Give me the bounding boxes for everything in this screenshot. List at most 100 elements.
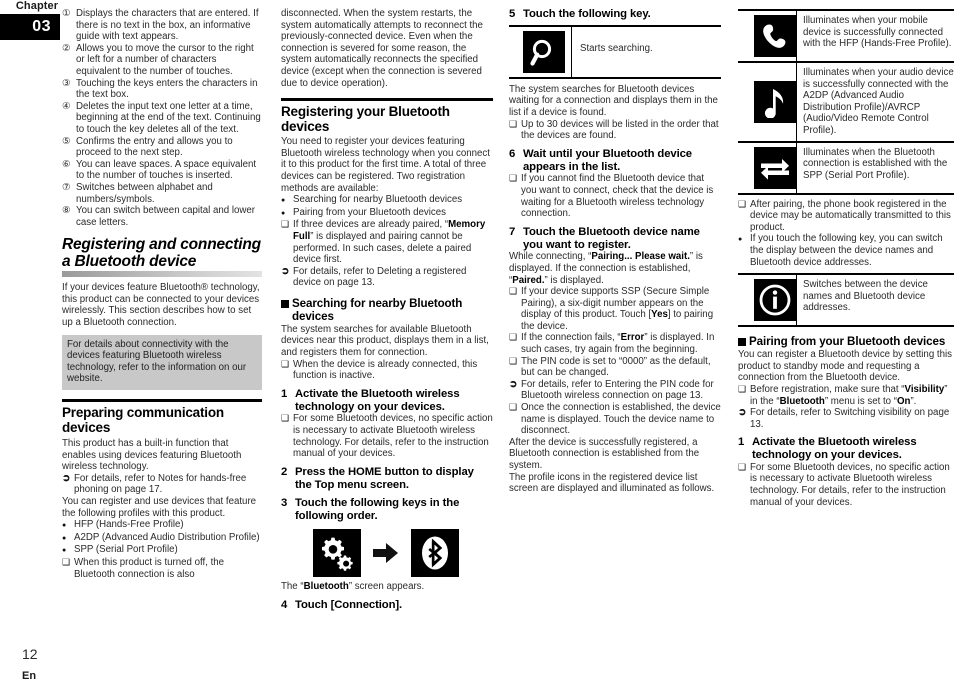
text-g: ”.: [910, 395, 917, 407]
note-text: If you cannot find the Bluetooth device …: [521, 173, 714, 220]
list-item: Up to 30 devices will be listed in the o…: [509, 119, 721, 142]
bluetooth-label: Bluetooth: [303, 581, 349, 592]
step-5: 5 Touch the following key.: [509, 8, 721, 21]
note-text: The PIN code is set to “0000” as the def…: [521, 355, 711, 379]
search-notes: Up to 30 devices will be listed in the o…: [509, 119, 721, 142]
profile-description: Illuminates when the Bluetooth connectio…: [796, 142, 954, 193]
bullet-icon: [62, 544, 74, 557]
callout-text: You can leave spaces. A space equivalent…: [76, 158, 257, 182]
search-paragraph: The system searches for Bluetooth device…: [509, 83, 718, 118]
list-item: For details, refer to Notes for hands-fr…: [62, 473, 262, 496]
note-square-icon: [509, 356, 521, 368]
step-4: 4 Touch [Connection].: [281, 599, 493, 612]
list-item: If three devices are already paired, “Me…: [281, 219, 493, 265]
note-text: Up to 30 devices will be listed in the o…: [521, 118, 719, 142]
list-item: Pairing from your Bluetooth devices: [281, 207, 493, 220]
note-text: When this product is turned off, the Blu…: [74, 556, 225, 580]
search-key-cell: [509, 27, 571, 77]
info-key-description: Switches between the device names and Bl…: [796, 275, 954, 326]
column-3: 5 Touch the following key. Starts search…: [509, 8, 721, 495]
list-item: ① Displays the characters that are entere…: [62, 8, 262, 43]
list-item: If the connection fails, “Error” is disp…: [509, 332, 721, 355]
callout-text: Confirms the entry and allows you to pro…: [76, 135, 233, 159]
step-text: Activate the Bluetooth wireless technolo…: [295, 387, 460, 413]
profile-text: HFP (Hands-Free Profile): [74, 519, 184, 531]
list-item: ⑥ You can leave spaces. A space equivalen…: [62, 159, 262, 182]
list-item: After pairing, the phone book registered…: [738, 199, 954, 234]
note-pre: If three devices are already paired, “: [293, 219, 449, 231]
continuation-paragraph: disconnected. When the system restarts, …: [281, 8, 483, 89]
note-box: For details about connectivity with the …: [62, 334, 262, 391]
page-number: 12: [22, 646, 38, 662]
preparing-paragraph-1: This product has a built-in function tha…: [62, 438, 242, 473]
reference-text: For details, refer to Deleting a registe…: [293, 265, 467, 289]
square-bullet-icon: [281, 299, 289, 308]
error-note: If the connection fails, “Error” is disp…: [521, 332, 721, 355]
table-row: Illuminates when your mobile device is s…: [738, 11, 954, 63]
note-text: If you touch the following key, you can …: [750, 233, 943, 268]
note-square-icon: [281, 219, 293, 231]
list-item: For some Bluetooth devices, no specific …: [738, 462, 954, 508]
music-note-icon: [754, 80, 796, 123]
pairing-subheading: Pairing from your Bluetooth devices: [738, 335, 954, 348]
list-item: ④ Deletes the input text one letter at a …: [62, 101, 262, 136]
bullet-icon: [738, 233, 750, 246]
square-bullet-icon: [738, 338, 746, 347]
arrow-ref-icon: [738, 407, 750, 419]
manual-page: Chapter 03 ① Displays the characters that…: [0, 0, 960, 690]
callout-number: ⑦: [62, 181, 71, 193]
registering-paragraph: You need to register your devices featur…: [281, 136, 490, 194]
subheading-text: Searching for nearby Bluetooth devices: [292, 296, 463, 323]
note-square-icon: [281, 359, 293, 371]
list-item: When this product is turned off, the Blu…: [62, 557, 262, 580]
callout-number: ①: [62, 8, 71, 19]
step-text: Touch the Bluetooth device name you want…: [523, 225, 700, 251]
step-number: 6: [509, 147, 516, 160]
registration-methods: Searching for nearby Bluetooth devices P…: [281, 194, 493, 289]
pairing-paragraph: You can register a Bluetooth device by s…: [738, 349, 952, 384]
callout-text: You can switch between capital and lower…: [76, 205, 255, 228]
list-item: ⑦ Switches between alphabet and numbers/s…: [62, 182, 262, 205]
step-3: 3 Touch the following keys in the follow…: [281, 497, 493, 523]
profile-icon-cell: [738, 63, 796, 141]
bullet-icon: [281, 207, 293, 220]
step-text: Touch the following key.: [523, 8, 651, 20]
arrow-ref-icon: [509, 379, 521, 391]
callout-text: Displays the characters that are entered…: [76, 8, 259, 43]
visibility-notes: Before registration, make sure that “Vis…: [738, 384, 954, 430]
gears-icon: [313, 529, 361, 577]
callout-text: Allows you to move the cursor to the rig…: [76, 42, 254, 77]
callout-number: ④: [62, 100, 71, 112]
right-arrow-icon: [373, 543, 398, 563]
magnifier-icon[interactable]: [523, 30, 565, 73]
bullet-icon: [62, 519, 74, 532]
step-1: 1 Activate the Bluetooth wireless techno…: [281, 388, 493, 414]
note-square-icon: [509, 402, 521, 414]
list-item: Searching for nearby Bluetooth devices: [281, 194, 493, 207]
step-1: 1 Activate the Bluetooth wireless techno…: [738, 436, 954, 462]
profile-icon-cell: [738, 11, 796, 61]
profile-description: Illuminates when your mobile device is s…: [796, 11, 954, 61]
step-text: Press the HOME button to display the Top…: [295, 465, 474, 491]
visibility-label: Visibility: [904, 383, 945, 395]
memory-full-note: If three devices are already paired, “Me…: [293, 219, 493, 265]
bluetooth-menu-label: Bluetooth: [779, 395, 825, 407]
step-number: 5: [509, 8, 516, 20]
pairing-extra-notes: After pairing, the phone book registered…: [738, 199, 954, 269]
step-number: 2: [281, 465, 288, 478]
text-a: While connecting, “: [509, 251, 592, 263]
bluetooth-icon: [411, 529, 459, 577]
table-row: Illuminates when the Bluetooth connectio…: [738, 142, 954, 195]
list-item: When the device is already connected, th…: [281, 359, 493, 382]
callout-number: ⑥: [62, 158, 71, 170]
note-text: After pairing, the phone book registered…: [750, 198, 951, 233]
note-text: For some Bluetooth devices, no specific …: [293, 413, 493, 460]
list-item: For details, refer to Deleting a registe…: [281, 266, 493, 289]
text-a: If the connection fails, “: [521, 332, 621, 344]
heading-rule: [62, 399, 262, 403]
step-7: 7 Touch the Bluetooth device name you wa…: [509, 226, 721, 252]
section-title: Registering and connecting a Bluetooth d…: [62, 236, 261, 270]
list-item: If your device supports SSP (Secure Simp…: [509, 286, 721, 332]
step-number: 3: [281, 497, 288, 510]
info-circle-icon[interactable]: [754, 279, 796, 322]
